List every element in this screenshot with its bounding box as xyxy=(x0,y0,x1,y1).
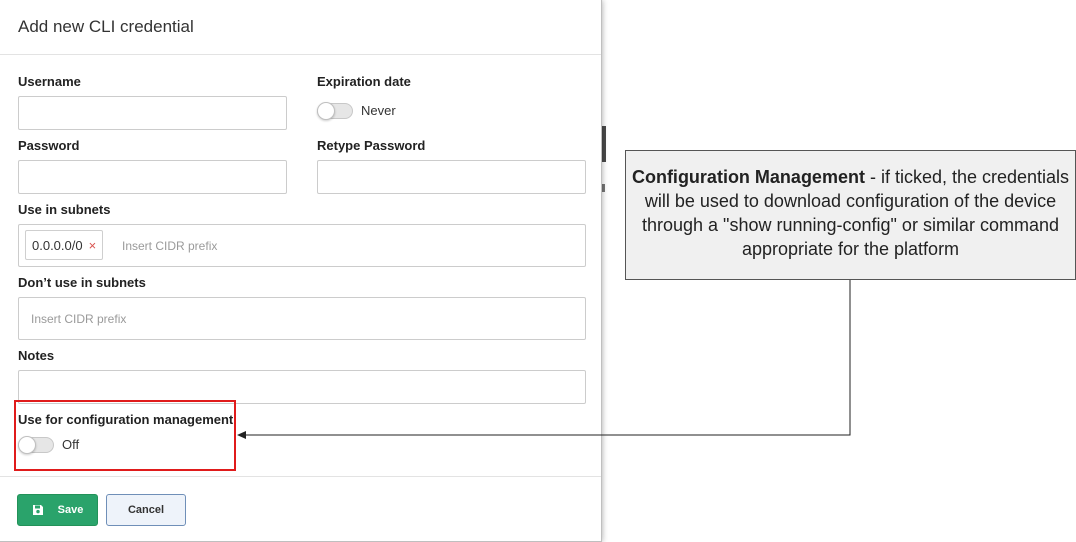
callout-connector-arrow xyxy=(237,280,851,439)
